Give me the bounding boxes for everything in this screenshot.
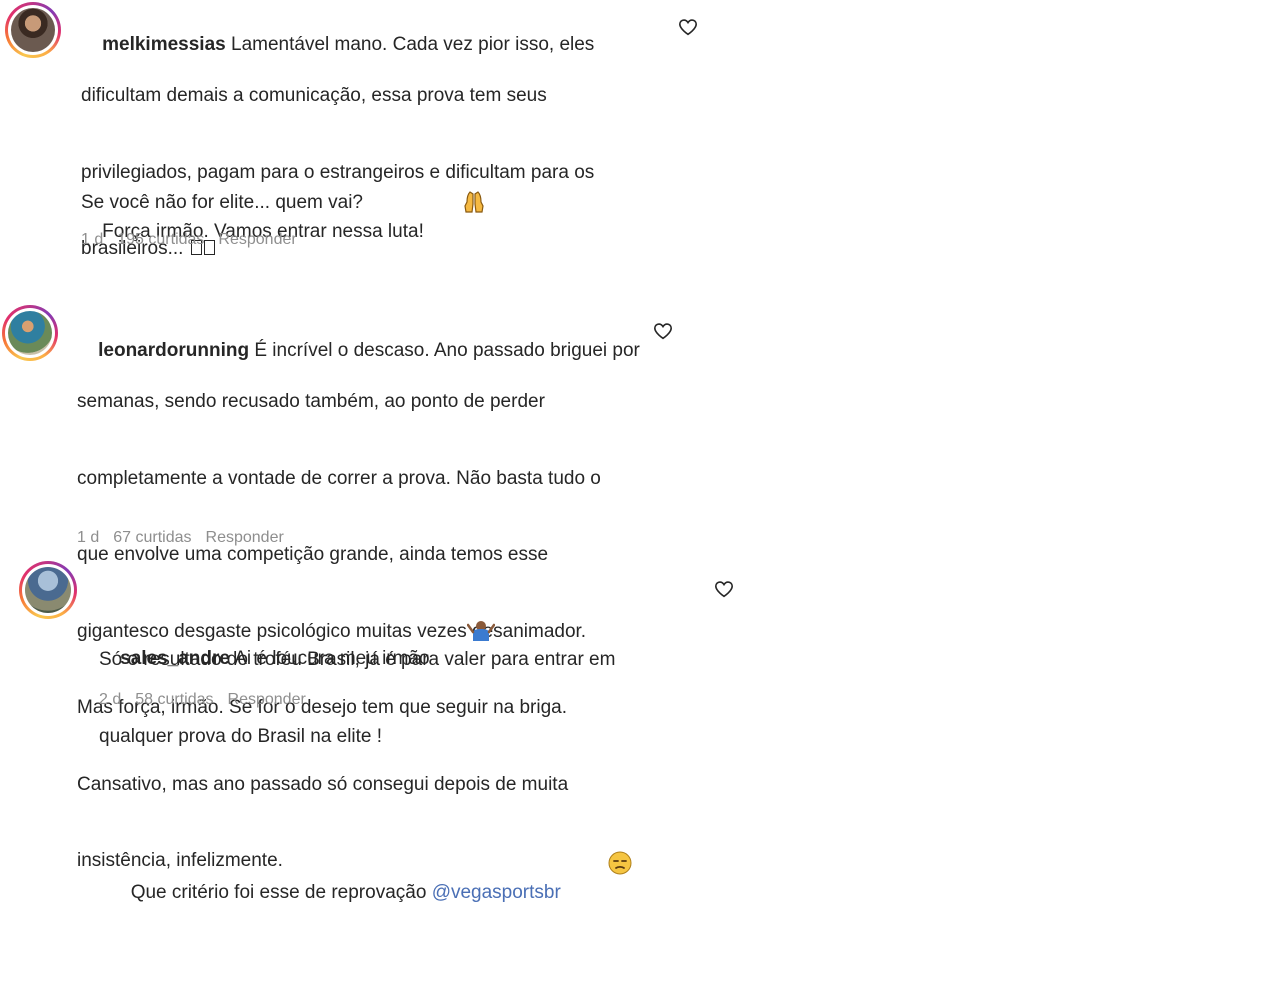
- avatar[interactable]: [2, 305, 58, 361]
- comment-melkimessias: melkimessias Lamentável mano. Cada vez p…: [0, 0, 720, 260]
- comment-body-line: completamente a vontade de correr a prov…: [77, 467, 601, 489]
- avatar[interactable]: [19, 561, 77, 619]
- avatar-image: [11, 8, 55, 52]
- comment-body-line: Que critério foi esse de reprovação: [130, 881, 432, 903]
- mention-link[interactable]: @vegasportsbr: [432, 882, 561, 903]
- avatar-image: [25, 567, 71, 613]
- comment-meta: 1 d 67 curtidas Responder: [77, 529, 298, 547]
- comment-body-line: qualquer prova do Brasil na elite !: [99, 725, 383, 747]
- reply-button[interactable]: Responder: [206, 529, 284, 546]
- comment-leonardorunning: leonardorunning É incrível o descaso. An…: [0, 300, 720, 871]
- comment-timestamp[interactable]: 1 d: [77, 529, 99, 546]
- comment-timestamp[interactable]: 1 d: [81, 231, 103, 248]
- comment-sales-andre: sales_andre Ai é loucura meu irmão Só o …: [0, 558, 760, 903]
- reply-button[interactable]: Responder: [218, 231, 296, 248]
- comment-likes-count[interactable]: 58 curtidas: [135, 691, 213, 708]
- comment-body-line: Se você não for elite... quem vai?: [81, 192, 363, 213]
- comment-timestamp[interactable]: 2 d: [99, 691, 121, 708]
- comment-body-line: Só o resultado do troféu Brasil, já é pa…: [99, 649, 616, 670]
- avatar-image: [8, 311, 52, 355]
- comment-text-lines: Só o resultado do troféu Brasil, já é pa…: [99, 596, 719, 985]
- comment-body-line: semanas, sendo recusado também, ao ponto…: [77, 391, 545, 412]
- pensive-face-emoji: [566, 826, 632, 909]
- heart-outline-icon[interactable]: [714, 580, 734, 598]
- comment-meta: 1 d 195 curtidas Responder: [81, 231, 311, 249]
- heart-outline-icon[interactable]: [653, 322, 673, 340]
- reply-button[interactable]: Responder: [228, 691, 306, 708]
- comment-likes-count[interactable]: 195 curtidas: [117, 231, 204, 248]
- comment-likes-count[interactable]: 67 curtidas: [113, 529, 191, 546]
- comment-body-line: dificultam demais a comunicação, essa pr…: [81, 85, 547, 106]
- comment-meta: 2 d 58 curtidas Responder: [99, 691, 320, 709]
- avatar[interactable]: [5, 2, 61, 58]
- heart-outline-icon[interactable]: [678, 18, 698, 36]
